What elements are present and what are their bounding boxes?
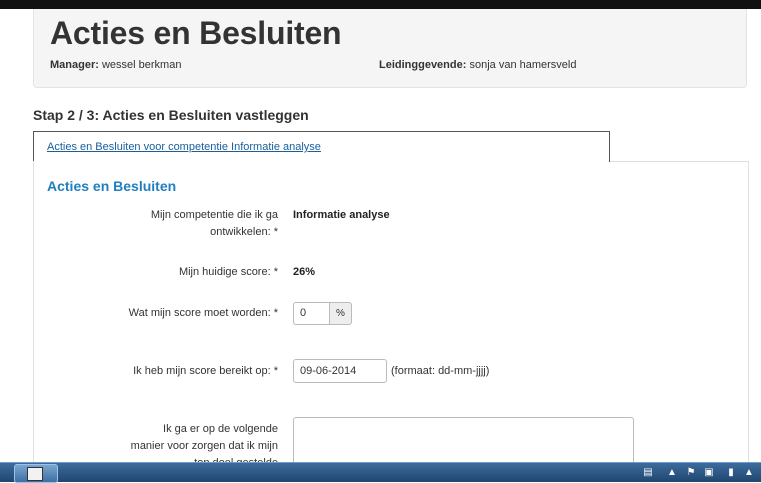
manier-label: Ik ga er op de volgende manier voor zorg…	[130, 423, 278, 462]
printer-icon[interactable]: ▤	[643, 467, 653, 479]
window-top-bar	[0, 0, 761, 9]
leidinggevende-value: sonja van hamersveld	[469, 59, 577, 71]
header-panel: Acties en Besluiten Manager: wessel berk…	[33, 9, 747, 88]
arrow-icon[interactable]: ▲	[667, 467, 677, 479]
signal-icon[interactable]: ▮	[726, 467, 736, 479]
taskbar-app-button[interactable]	[14, 464, 58, 483]
doel-score-label: Wat mijn score moet worden: *	[128, 307, 278, 319]
manier-textarea[interactable]	[293, 417, 634, 467]
section-title: Acties en Besluiten	[47, 178, 177, 194]
manager-info: Manager: wessel berkman	[50, 59, 181, 71]
huidige-score-label: Mijn huidige score: *	[178, 266, 278, 278]
network-icon[interactable]: ▣	[704, 467, 714, 479]
datum-format-hint: (formaat: dd-mm-jjjj)	[391, 365, 490, 377]
tab-bar: Acties en Besluiten voor competentie Inf…	[33, 131, 749, 162]
leidinggevende-label: Leidinggevende:	[379, 59, 467, 71]
percent-addon: %	[329, 302, 352, 325]
tab-competentie[interactable]: Acties en Besluiten voor competentie Inf…	[33, 131, 610, 162]
manager-value: wessel berkman	[101, 59, 182, 71]
page-title: Acties en Besluiten	[50, 15, 342, 51]
step-title: Stap 2 / 3: Acties en Besluiten vastlegg…	[33, 107, 309, 123]
document-icon	[27, 467, 43, 481]
doel-score-input[interactable]: 0	[293, 302, 329, 325]
datum-input[interactable]: 09-06-2014	[293, 359, 387, 383]
competentie-label: Mijn competentie die ik ga ontwikkelen: …	[150, 209, 278, 238]
volume-icon[interactable]: ▲	[744, 467, 754, 479]
leidinggevende-info: Leidinggevende: sonja van hamersveld	[379, 59, 576, 71]
manager-label: Manager:	[50, 59, 99, 71]
competentie-value: Informatie analyse	[293, 209, 390, 221]
datum-label: Ik heb mijn score bereikt op: *	[133, 365, 278, 377]
tab-competentie-link[interactable]: Acties en Besluiten voor competentie Inf…	[47, 141, 321, 153]
huidige-score-value: 26%	[293, 266, 316, 278]
flag-icon[interactable]: ⚑	[686, 467, 696, 479]
taskbar: ▤ ▲ ⚑ ▣ ▮ ▲	[0, 462, 761, 483]
